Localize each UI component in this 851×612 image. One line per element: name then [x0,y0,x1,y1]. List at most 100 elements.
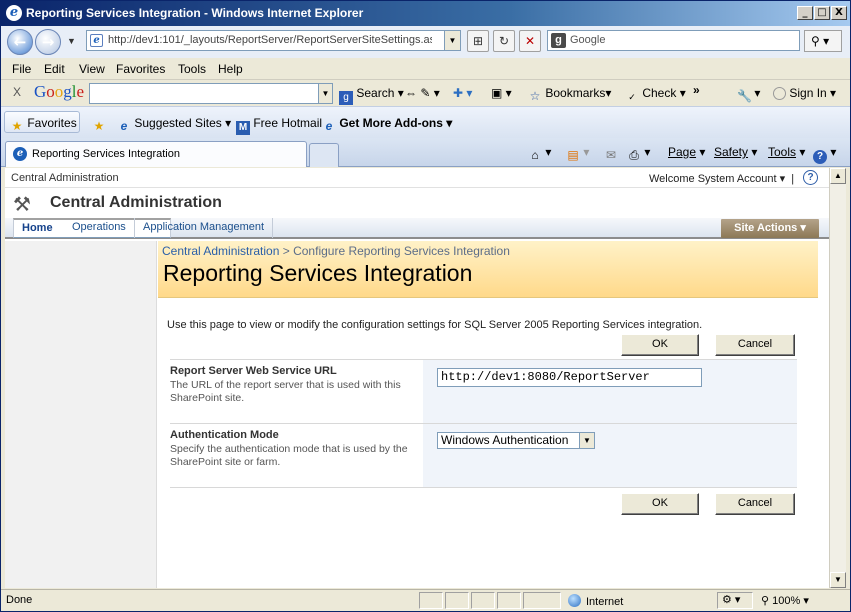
favorites-star-icon: ★ [11,119,23,133]
search-input[interactable]: Google [570,34,605,46]
mail-icon: ✉ [605,148,617,162]
report-server-url-input[interactable]: http://dev1:8080/ReportServer [437,368,702,387]
back-button[interactable]: ← [7,29,33,55]
tab-operations[interactable]: Operations [64,218,135,238]
bookmarks-button[interactable]: ☆ Bookmarks▾ [528,86,612,103]
menu-view[interactable]: View [79,62,105,76]
recent-pages-dropdown[interactable]: ▼ [67,36,76,46]
status-pane [471,592,495,609]
free-hotmail-link[interactable]: M Free Hotmail [236,116,322,135]
welcome-menu[interactable]: Welcome System Account ▾ | [649,172,794,185]
url-control-area: http://dev1:8080/ReportServer [423,360,797,423]
tools-logo-icon: ⚒ [13,194,31,216]
select-dropdown-icon[interactable]: ▼ [579,433,594,448]
page-title: Reporting Services Integration [163,260,473,286]
add-favorite-icon: ★ [93,119,105,133]
close-button[interactable]: X [831,6,847,20]
status-pane [497,592,521,609]
page-description: Use this page to view or modify the conf… [167,319,703,331]
maximize-button[interactable]: □ [814,6,830,20]
menu-help[interactable]: Help [218,62,243,76]
google-search-input[interactable]: ▼ [89,83,333,104]
read-mail-button[interactable]: ✉ [604,145,618,162]
suggested-sites-link[interactable]: e Suggested Sites ▾ [117,116,231,133]
minimize-button[interactable]: _ [797,6,813,20]
spellcheck-button[interactable]: ✓ Check ▾ [625,86,686,104]
stop-button[interactable]: ✕ [519,30,541,52]
auth-description: Specify the authentication mode that is … [170,443,408,468]
google-g-icon: g [339,91,353,105]
ie-page-icon: e [120,119,128,133]
page-menu[interactable]: Page ▾ [668,145,705,159]
breadcrumb-root-link[interactable]: Central Administration [162,244,279,258]
menu-bar: File Edit View Favorites Tools Help [1,58,850,79]
home-button[interactable]: ⌂ ▾ [528,145,551,162]
refresh-button[interactable]: ↻ [493,30,515,52]
browser-window: e Reporting Services Integration - Windo… [0,0,851,612]
security-zone[interactable]: Internet [568,594,623,608]
scroll-down-arrow-icon[interactable]: ▼ [830,572,846,588]
window-title: Reporting Services Integration - Windows… [26,6,364,20]
wrench-icon: 🔧 [737,89,752,103]
add-favorites-button[interactable]: ★ [92,116,106,133]
address-bar[interactable]: e http://dev1:101/_layouts/ReportServer/… [86,30,461,51]
auth-mode-value: Windows Authentication [441,433,569,447]
browser-tab-active[interactable]: e Reporting Services Integration [5,141,307,167]
authentication-mode-select[interactable]: Windows Authentication ▼ [437,432,595,449]
address-input[interactable]: http://dev1:101/_layouts/ReportServer/Re… [108,34,432,46]
new-tab-button[interactable] [309,143,339,167]
google-search-dropdown[interactable]: ▼ [318,84,332,103]
ok-button-top[interactable]: OK [621,334,699,356]
addons-icon: e [325,119,333,133]
google-search-icon: g [551,33,566,48]
ok-button-bottom[interactable]: OK [621,493,699,515]
auth-control-area: Windows Authentication ▼ [423,424,797,487]
more-chevron-icon[interactable]: » [693,83,700,97]
left-nav [5,241,157,588]
address-row: ← → ▼ e http://dev1:101/_layouts/ReportS… [1,26,850,58]
plus-button[interactable]: ✚ ▾ [453,86,472,100]
address-dropdown[interactable]: ▼ [444,31,460,50]
scroll-up-arrow-icon[interactable]: ▲ [830,168,846,184]
url-description: The URL of the report server that is use… [170,379,401,404]
feeds-button[interactable]: ▤ ▾ [566,145,589,162]
zoom-control[interactable]: ⚲ 100% ▾ [761,594,809,607]
vertical-scrollbar[interactable]: ▲ ▼ [829,168,846,588]
menu-favorites[interactable]: Favorites [116,62,165,76]
page-content: Central Administration Welcome System Ac… [5,168,829,588]
title-bar: e Reporting Services Integration - Windo… [1,1,850,26]
site-title[interactable]: Central Administration [50,194,222,212]
help-button[interactable]: ? ▾ [813,145,836,164]
google-search-button[interactable]: g Search ▾ [339,86,404,105]
menu-file[interactable]: File [12,62,31,76]
site-actions-menu[interactable]: Site Actions ▾ [721,219,819,238]
top-nav-tabs: Home Operations Application Management S… [5,218,829,239]
get-addons-link[interactable]: e Get More Add-ons ▾ [322,116,453,133]
print-button[interactable]: ⎙ ▾ [627,145,650,162]
favorites-label[interactable]: ★ Favorites [10,116,77,133]
hotmail-icon: M [236,121,250,135]
central-admin-link[interactable]: Central Administration [11,172,119,184]
share-button[interactable]: ⇔ ✎ ▾ [405,86,440,100]
star-icon: ☆ [529,89,541,103]
cancel-button-top[interactable]: Cancel [715,334,795,356]
highlight-button[interactable]: ▣ ▾ [491,86,512,100]
close-toolbar-icon[interactable]: X [13,85,21,99]
forward-button[interactable]: → [35,29,61,55]
zoom-icon: ⚲ [761,595,773,607]
wrench-button[interactable]: 🔧 ▾ [737,86,760,103]
menu-edit[interactable]: Edit [44,62,65,76]
tools-menu[interactable]: Tools ▾ [768,145,805,159]
spellcheck-icon: ✓ [628,92,636,102]
sp-help-icon[interactable]: ? [803,170,818,185]
status-pane [445,592,469,609]
sign-in-button[interactable]: Sign In ▾ [773,86,836,100]
compatibility-view-button[interactable]: ⊞ [467,30,489,52]
safety-menu[interactable]: Safety ▾ [714,145,757,159]
tab-application-management[interactable]: Application Management [135,218,274,238]
menu-tools[interactable]: Tools [178,62,206,76]
tab-bar: e Reporting Services Integration ⌂ ▾ ▤ ▾… [1,138,850,167]
cancel-button-bottom[interactable]: Cancel [715,493,795,515]
search-button[interactable]: ⚲ ▾ [804,30,842,52]
search-box[interactable]: g Google [547,30,800,51]
